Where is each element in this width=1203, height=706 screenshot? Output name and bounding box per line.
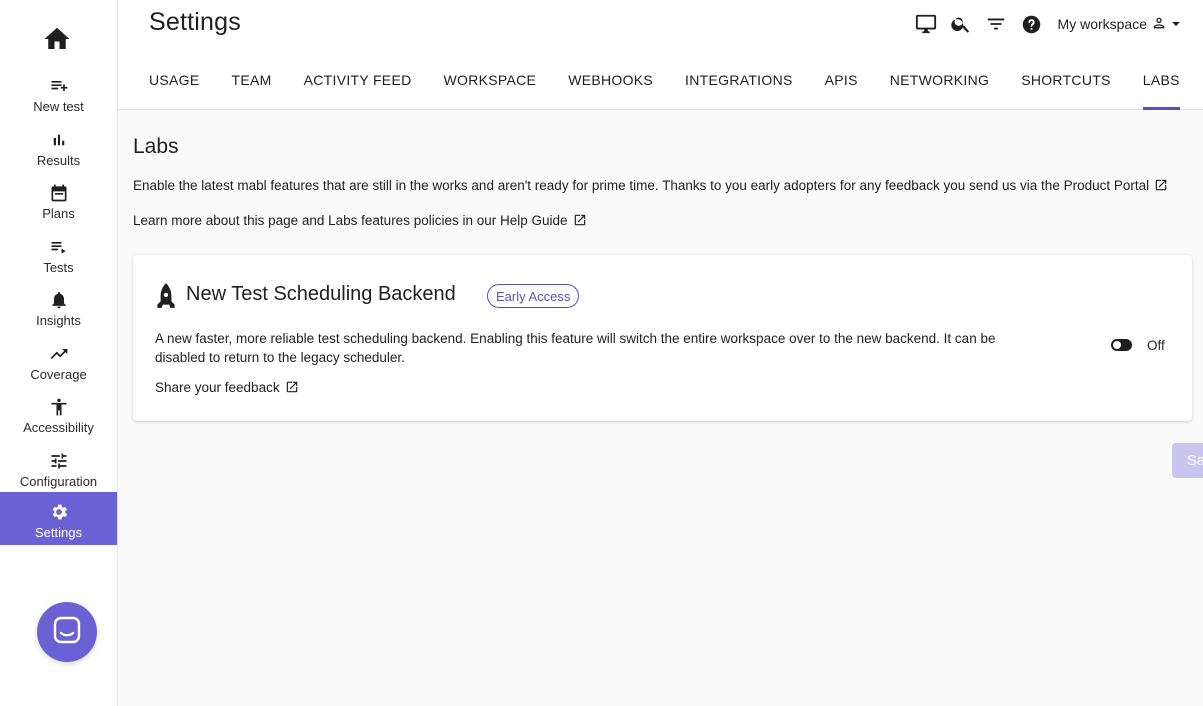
- workspace-menu[interactable]: My workspace: [1058, 15, 1181, 34]
- rocket-icon: [153, 282, 179, 310]
- sidebar-item-label: Accessibility: [23, 420, 94, 435]
- accessibility-icon: [48, 396, 70, 418]
- sidebar-item-settings[interactable]: Settings: [0, 492, 117, 545]
- open-in-new-icon[interactable]: [1153, 177, 1169, 193]
- trending-up-icon: [48, 343, 70, 365]
- sidebar-item-label: Results: [36, 153, 81, 168]
- open-in-new-icon: [284, 379, 300, 395]
- sidebar-item-tests[interactable]: Tests: [0, 229, 117, 282]
- feature-toggle[interactable]: [1111, 339, 1132, 351]
- caret-down-icon: [1171, 16, 1181, 32]
- share-feedback-link[interactable]: Share your feedback: [155, 379, 300, 395]
- sidebar-item-configuration[interactable]: Configuration: [0, 443, 117, 496]
- sidebar-item-label: New test: [33, 99, 84, 114]
- gear-icon: [48, 501, 70, 523]
- sidebar-item-label: Coverage: [30, 367, 87, 382]
- tab-labs[interactable]: LABS: [1142, 72, 1180, 110]
- header-actions: My workspace: [909, 12, 1181, 36]
- labs-description-line: Enable the latest mabl features that are…: [133, 177, 1169, 193]
- sidebar: New test Results Plans Tests Insights Co…: [0, 0, 118, 706]
- feature-title: New Test Scheduling Backend: [186, 283, 456, 305]
- desktop-icon[interactable]: [909, 12, 944, 36]
- playlist-play-icon: [48, 236, 70, 258]
- sidebar-item-label: Settings: [35, 525, 82, 540]
- feature-card: New Test Scheduling Backend Early Access…: [133, 255, 1192, 421]
- help-guide-line: Learn more about this page and Labs feat…: [133, 212, 588, 228]
- labs-description: Enable the latest mabl features that are…: [133, 177, 1150, 193]
- tab-team[interactable]: TEAM: [232, 72, 272, 110]
- playlist-add-icon: [48, 75, 70, 97]
- tune-icon: [48, 450, 70, 472]
- bell-icon: [48, 289, 70, 311]
- tab-webhooks[interactable]: WEBHOOKS: [568, 72, 653, 110]
- save-button[interactable]: Save: [1172, 443, 1203, 478]
- filter-icon[interactable]: [979, 12, 1014, 36]
- calendar-icon: [48, 182, 70, 204]
- feedback-label: Share your feedback: [155, 379, 280, 395]
- sidebar-item-coverage[interactable]: Coverage: [0, 336, 117, 389]
- open-in-new-icon[interactable]: [572, 212, 588, 228]
- settings-tabs: USAGE TEAM ACTIVITY FEED WORKSPACE WEBHO…: [149, 72, 1203, 110]
- chat-launcher-button[interactable]: [37, 602, 97, 662]
- toggle-state-label: Off: [1147, 338, 1165, 353]
- bar-chart-icon: [48, 129, 70, 151]
- early-access-badge: Early Access: [487, 284, 580, 308]
- chat-icon: [52, 615, 82, 650]
- help-guide-text: Learn more about this page and Labs feat…: [133, 212, 568, 228]
- sidebar-item-plans[interactable]: Plans: [0, 175, 117, 228]
- tab-activity-feed[interactable]: ACTIVITY FEED: [304, 72, 412, 110]
- sidebar-item-new-test[interactable]: New test: [0, 68, 117, 121]
- tab-networking[interactable]: NETWORKING: [890, 72, 989, 110]
- search-icon[interactable]: [944, 12, 979, 36]
- person-icon: [1151, 15, 1167, 34]
- page-title: Settings: [149, 8, 241, 36]
- tab-usage[interactable]: USAGE: [149, 72, 200, 110]
- tab-integrations[interactable]: INTEGRATIONS: [685, 72, 793, 110]
- sidebar-item-insights[interactable]: Insights: [0, 282, 117, 335]
- sidebar-item-label: Insights: [36, 313, 81, 328]
- tab-apis[interactable]: APIS: [825, 72, 858, 110]
- home-icon[interactable]: [42, 24, 72, 54]
- sidebar-item-results[interactable]: Results: [0, 122, 117, 175]
- header: Settings My workspace USAGE TEAM ACTIVIT…: [118, 0, 1203, 110]
- sidebar-item-label: Configuration: [19, 474, 98, 489]
- sidebar-item-label: Plans: [42, 206, 75, 221]
- sidebar-item-accessibility[interactable]: Accessibility: [0, 389, 117, 442]
- workspace-label: My workspace: [1057, 16, 1147, 32]
- section-title: Labs: [133, 135, 179, 158]
- tab-workspace[interactable]: WORKSPACE: [444, 72, 537, 110]
- feature-description: A new faster, more reliable test schedul…: [155, 331, 996, 365]
- sidebar-item-label: Tests: [43, 260, 74, 275]
- help-icon[interactable]: [1014, 12, 1049, 36]
- tab-shortcuts[interactable]: SHORTCUTS: [1021, 72, 1111, 110]
